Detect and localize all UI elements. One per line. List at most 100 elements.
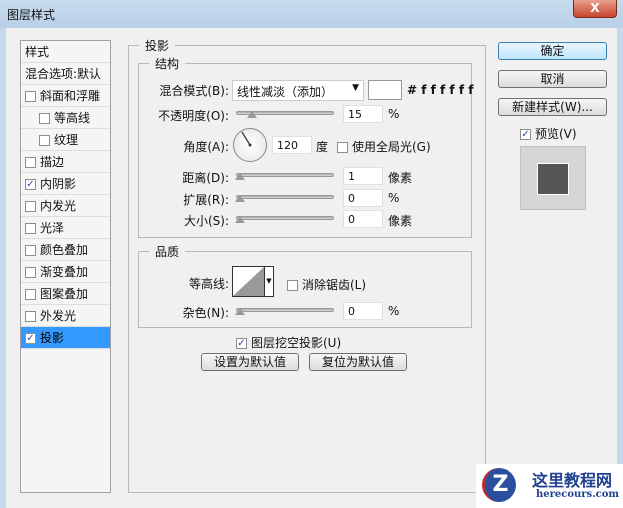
preview-label: 预览(V) <box>535 127 577 141</box>
sidebar-item[interactable]: 样式 <box>21 41 110 63</box>
global-light-checkbox[interactable]: 使用全局光(G) <box>337 138 431 155</box>
checkbox-box[interactable]: ✓ <box>25 179 36 190</box>
size-unit: 像素 <box>388 214 413 228</box>
group-title: 投影 <box>145 39 170 53</box>
noise-label: 杂色(N): <box>182 306 229 320</box>
opacity-unit: % <box>388 107 400 121</box>
checkbox-box[interactable] <box>25 289 36 300</box>
angle-input[interactable]: 120 <box>272 136 312 154</box>
angle-dial[interactable] <box>233 128 267 162</box>
sidebar-item[interactable]: ✓ 投影 <box>21 327 110 349</box>
color-swatch[interactable] <box>368 80 402 100</box>
checkbox-box[interactable] <box>287 280 298 291</box>
checkbox-box[interactable]: ✓ <box>236 338 247 349</box>
checkbox-box[interactable] <box>39 113 50 124</box>
window-title: 图层样式 <box>7 8 56 22</box>
distance-unit: 像素 <box>388 171 413 185</box>
style-preview <box>520 146 586 210</box>
chevron-down-icon[interactable]: ▼ <box>264 267 273 296</box>
cancel-button[interactable]: 取消 <box>498 70 607 88</box>
contour-label: 等高线: <box>188 277 229 291</box>
global-light-label: 使用全局光(G) <box>352 140 431 154</box>
checkbox-box[interactable] <box>25 267 36 278</box>
distance-input[interactable]: 1 <box>343 167 383 185</box>
sidebar-item[interactable]: 渐变叠加 <box>21 261 110 283</box>
checkbox-box[interactable] <box>25 245 36 256</box>
slider-thumb[interactable] <box>235 195 245 202</box>
sidebar-item[interactable]: 斜面和浮雕 <box>21 85 110 107</box>
spread-slider[interactable] <box>235 195 334 202</box>
sidebar-item[interactable]: ✓ 内阴影 <box>21 173 110 195</box>
watermark-name: 这里教程网 <box>532 471 613 490</box>
watermark-logo-icon: Z <box>482 468 516 502</box>
size-input[interactable]: 0 <box>343 210 383 228</box>
spread-input[interactable]: 0 <box>343 189 383 207</box>
sidebar-item[interactable]: 纹理 <box>21 129 110 151</box>
checkbox-box[interactable]: ✓ <box>25 333 36 344</box>
spread-label: 扩展(R): <box>183 193 229 207</box>
checkbox-box[interactable] <box>25 157 36 168</box>
opacity-input[interactable]: 15 <box>343 105 383 123</box>
angle-needle-icon <box>241 131 252 147</box>
sidebar-item-label: 渐变叠加 <box>40 265 89 279</box>
checkbox-box[interactable] <box>25 91 36 102</box>
sidebar-item-label: 颜色叠加 <box>40 243 89 257</box>
angle-label: 角度(A): <box>183 140 229 154</box>
antialias-checkbox[interactable]: 消除锯齿(L) <box>287 276 366 293</box>
quality-title: 品质 <box>155 245 180 259</box>
size-label: 大小(S): <box>183 214 229 228</box>
antialias-label: 消除锯齿(L) <box>302 278 367 292</box>
sidebar-item-label: 光泽 <box>40 221 65 235</box>
sidebar-item[interactable]: 图案叠加 <box>21 283 110 305</box>
distance-slider[interactable] <box>235 173 334 180</box>
blend-mode-label: 混合模式(B): <box>159 84 229 98</box>
ok-button[interactable]: 确定 <box>498 42 607 60</box>
noise-slider[interactable] <box>235 308 334 315</box>
sidebar-item[interactable]: 描边 <box>21 151 110 173</box>
size-slider[interactable] <box>235 216 334 223</box>
sidebar-item-label: 内发光 <box>40 199 77 213</box>
preview-checkbox[interactable]: ✓ 预览(V) <box>520 125 577 142</box>
sidebar-item-label: 斜面和浮雕 <box>40 89 101 103</box>
set-default-button[interactable]: 设置为默认值 <box>201 353 299 371</box>
contour-picker[interactable]: ▼ <box>232 266 274 297</box>
new-style-button[interactable]: 新建样式(W)... <box>498 98 607 116</box>
sidebar-item[interactable]: 混合选项:默认 <box>21 63 110 85</box>
slider-thumb[interactable] <box>235 216 245 223</box>
spread-unit: % <box>388 191 400 205</box>
contour-linear-icon <box>233 267 264 296</box>
angle-unit: 度 <box>316 140 329 154</box>
blend-mode-select[interactable]: 线性减淡（添加） ▼ <box>232 80 364 101</box>
sidebar-item[interactable]: 外发光 <box>21 305 110 327</box>
checkbox-box[interactable] <box>39 135 50 146</box>
noise-input[interactable]: 0 <box>343 302 383 320</box>
opacity-slider[interactable] <box>236 111 334 118</box>
slider-thumb[interactable] <box>247 111 257 118</box>
sidebar-item[interactable]: 颜色叠加 <box>21 239 110 261</box>
sidebar-item-label: 外发光 <box>40 309 77 323</box>
chevron-down-icon: ▼ <box>352 83 359 93</box>
checkbox-box[interactable] <box>25 201 36 212</box>
sidebar-item[interactable]: 等高线 <box>21 107 110 129</box>
sidebar-item-label: 混合选项:默认 <box>25 67 102 81</box>
checkbox-box[interactable] <box>25 223 36 234</box>
knockout-checkbox[interactable]: ✓ 图层挖空投影(U) <box>236 334 341 351</box>
close-button[interactable]: X <box>573 0 617 18</box>
sidebar-item-label: 描边 <box>40 155 65 169</box>
sidebar-item[interactable]: 内发光 <box>21 195 110 217</box>
noise-unit: % <box>388 304 400 318</box>
checkbox-box[interactable] <box>337 142 348 153</box>
reset-default-button[interactable]: 复位为默认值 <box>309 353 407 371</box>
opacity-label: 不透明度(O): <box>158 109 229 123</box>
slider-thumb[interactable] <box>235 173 245 180</box>
slider-thumb[interactable] <box>235 308 245 315</box>
sidebar-item-label: 图案叠加 <box>40 287 89 301</box>
color-hex: # f f f f f f <box>407 83 474 97</box>
sidebar-item[interactable]: 光泽 <box>21 217 110 239</box>
sidebar-item-label: 纹理 <box>54 133 79 147</box>
sidebar-item-label: 等高线 <box>54 111 91 125</box>
checkbox-box[interactable]: ✓ <box>520 129 531 140</box>
checkbox-box[interactable] <box>25 311 36 322</box>
watermark: Z 这里教程网 herecours.com <box>476 464 623 508</box>
sidebar-item-label: 样式 <box>25 45 50 59</box>
